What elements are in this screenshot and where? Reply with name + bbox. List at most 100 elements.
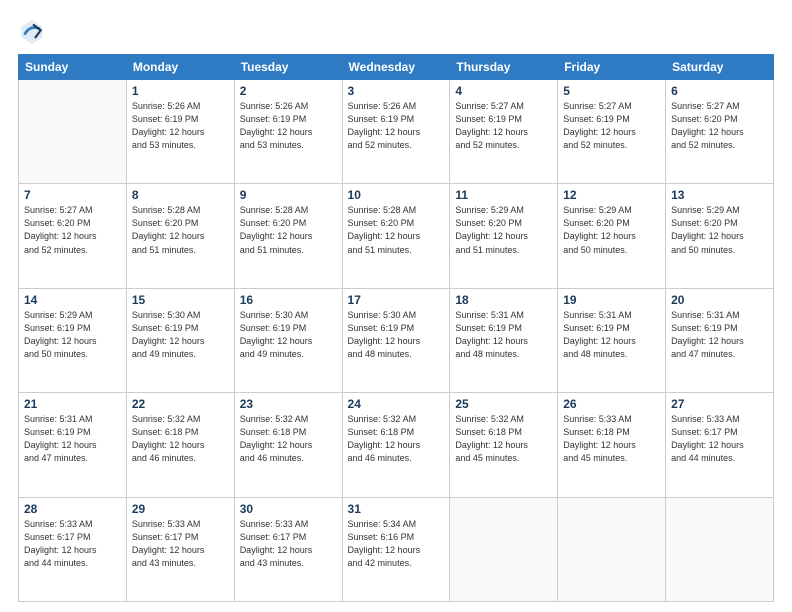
day-number: 18 [455,293,552,307]
day-number: 28 [24,502,121,516]
calendar-cell: 16 Sunrise: 5:30 AM Sunset: 6:19 PM Dayli… [234,288,342,392]
day-info: Sunrise: 5:32 AM Sunset: 6:18 PM Dayligh… [240,413,337,465]
calendar-cell: 11 Sunrise: 5:29 AM Sunset: 6:20 PM Dayli… [450,184,558,288]
day-number: 29 [132,502,229,516]
calendar-header-sunday: Sunday [19,55,127,80]
calendar-cell [666,497,774,601]
day-info: Sunrise: 5:26 AM Sunset: 6:19 PM Dayligh… [132,100,229,152]
week-row-5: 28 Sunrise: 5:33 AM Sunset: 6:17 PM Dayli… [19,497,774,601]
day-info: Sunrise: 5:33 AM Sunset: 6:18 PM Dayligh… [563,413,660,465]
calendar-cell: 26Sunrise: 5:33 AM Sunset: 6:18 PM Dayli… [558,393,666,497]
calendar-cell: 28 Sunrise: 5:33 AM Sunset: 6:17 PM Dayli… [19,497,127,601]
day-info: Sunrise: 5:28 AM Sunset: 6:20 PM Dayligh… [132,204,229,256]
day-info: Sunrise: 5:28 AM Sunset: 6:20 PM Dayligh… [348,204,445,256]
day-info: Sunrise: 5:30 AM Sunset: 6:19 PM Dayligh… [240,309,337,361]
day-info: Sunrise: 5:29 AM Sunset: 6:20 PM Dayligh… [455,204,552,256]
day-info: Sunrise: 5:33 AM Sunset: 6:17 PM Dayligh… [240,518,337,570]
day-number: 22 [132,397,229,411]
day-info: Sunrise: 5:27 AM Sunset: 6:19 PM Dayligh… [455,100,552,152]
day-info: Sunrise: 5:26 AM Sunset: 6:19 PM Dayligh… [348,100,445,152]
calendar-cell: 4 Sunrise: 5:27 AM Sunset: 6:19 PM Daylig… [450,80,558,184]
day-number: 3 [348,84,445,98]
day-number: 13 [671,188,768,202]
day-number: 6 [671,84,768,98]
calendar-cell [19,80,127,184]
day-info: Sunrise: 5:31 AM Sunset: 6:19 PM Dayligh… [24,413,121,465]
calendar-cell: 29 Sunrise: 5:33 AM Sunset: 6:17 PM Dayli… [126,497,234,601]
week-row-3: 14Sunrise: 5:29 AM Sunset: 6:19 PM Dayli… [19,288,774,392]
day-number: 7 [24,188,121,202]
day-info: Sunrise: 5:27 AM Sunset: 6:20 PM Dayligh… [671,100,768,152]
calendar-cell: 10 Sunrise: 5:28 AM Sunset: 6:20 PM Dayli… [342,184,450,288]
day-number: 17 [348,293,445,307]
day-info: Sunrise: 5:29 AM Sunset: 6:20 PM Dayligh… [671,204,768,256]
day-number: 11 [455,188,552,202]
calendar-cell: 31 Sunrise: 5:34 AM Sunset: 6:16 PM Dayli… [342,497,450,601]
day-number: 10 [348,188,445,202]
day-info: Sunrise: 5:27 AM Sunset: 6:20 PM Dayligh… [24,204,121,256]
calendar-header-friday: Friday [558,55,666,80]
day-number: 24 [348,397,445,411]
week-row-2: 7 Sunrise: 5:27 AM Sunset: 6:20 PM Daylig… [19,184,774,288]
calendar-cell [450,497,558,601]
day-number: 4 [455,84,552,98]
calendar-header-monday: Monday [126,55,234,80]
calendar-cell: 14Sunrise: 5:29 AM Sunset: 6:19 PM Dayli… [19,288,127,392]
calendar-cell: 12 Sunrise: 5:29 AM Sunset: 6:20 PM Dayli… [558,184,666,288]
day-number: 5 [563,84,660,98]
day-number: 8 [132,188,229,202]
calendar-header-wednesday: Wednesday [342,55,450,80]
day-number: 12 [563,188,660,202]
header [18,18,774,46]
day-info: Sunrise: 5:33 AM Sunset: 6:17 PM Dayligh… [132,518,229,570]
day-number: 20 [671,293,768,307]
calendar-cell: 19 Sunrise: 5:31 AM Sunset: 6:19 PM Dayli… [558,288,666,392]
day-info: Sunrise: 5:28 AM Sunset: 6:20 PM Dayligh… [240,204,337,256]
day-number: 1 [132,84,229,98]
week-row-1: 1 Sunrise: 5:26 AM Sunset: 6:19 PM Daylig… [19,80,774,184]
calendar-cell: 20 Sunrise: 5:31 AM Sunset: 6:19 PM Dayli… [666,288,774,392]
week-row-4: 21 Sunrise: 5:31 AM Sunset: 6:19 PM Dayli… [19,393,774,497]
day-number: 21 [24,397,121,411]
day-info: Sunrise: 5:34 AM Sunset: 6:16 PM Dayligh… [348,518,445,570]
day-info: Sunrise: 5:31 AM Sunset: 6:19 PM Dayligh… [563,309,660,361]
calendar-cell: 15Sunrise: 5:30 AM Sunset: 6:19 PM Dayli… [126,288,234,392]
day-number: 23 [240,397,337,411]
calendar-cell: 8 Sunrise: 5:28 AM Sunset: 6:20 PM Daylig… [126,184,234,288]
day-info: Sunrise: 5:26 AM Sunset: 6:19 PM Dayligh… [240,100,337,152]
day-info: Sunrise: 5:30 AM Sunset: 6:19 PM Dayligh… [132,309,229,361]
day-number: 30 [240,502,337,516]
day-info: Sunrise: 5:30 AM Sunset: 6:19 PM Dayligh… [348,309,445,361]
calendar-cell [558,497,666,601]
calendar-cell: 18Sunrise: 5:31 AM Sunset: 6:19 PM Dayli… [450,288,558,392]
calendar-cell: 30 Sunrise: 5:33 AM Sunset: 6:17 PM Dayli… [234,497,342,601]
day-number: 19 [563,293,660,307]
logo-icon [18,18,46,46]
day-number: 31 [348,502,445,516]
calendar-cell: 13 Sunrise: 5:29 AM Sunset: 6:20 PM Dayli… [666,184,774,288]
day-number: 2 [240,84,337,98]
day-info: Sunrise: 5:27 AM Sunset: 6:19 PM Dayligh… [563,100,660,152]
day-number: 16 [240,293,337,307]
calendar-cell: 22 Sunrise: 5:32 AM Sunset: 6:18 PM Dayli… [126,393,234,497]
day-info: Sunrise: 5:32 AM Sunset: 6:18 PM Dayligh… [348,413,445,465]
calendar-cell: 23 Sunrise: 5:32 AM Sunset: 6:18 PM Dayli… [234,393,342,497]
day-info: Sunrise: 5:32 AM Sunset: 6:18 PM Dayligh… [132,413,229,465]
calendar-header-saturday: Saturday [666,55,774,80]
calendar-cell: 9 Sunrise: 5:28 AM Sunset: 6:20 PM Daylig… [234,184,342,288]
calendar-cell: 5 Sunrise: 5:27 AM Sunset: 6:19 PM Daylig… [558,80,666,184]
day-info: Sunrise: 5:31 AM Sunset: 6:19 PM Dayligh… [671,309,768,361]
calendar-cell: 3 Sunrise: 5:26 AM Sunset: 6:19 PM Daylig… [342,80,450,184]
calendar-header-row: SundayMondayTuesdayWednesdayThursdayFrid… [19,55,774,80]
calendar-table: SundayMondayTuesdayWednesdayThursdayFrid… [18,54,774,602]
day-info: Sunrise: 5:29 AM Sunset: 6:19 PM Dayligh… [24,309,121,361]
calendar-cell: 21 Sunrise: 5:31 AM Sunset: 6:19 PM Dayli… [19,393,127,497]
calendar-header-tuesday: Tuesday [234,55,342,80]
day-info: Sunrise: 5:29 AM Sunset: 6:20 PM Dayligh… [563,204,660,256]
logo [18,18,50,46]
day-number: 9 [240,188,337,202]
day-info: Sunrise: 5:33 AM Sunset: 6:17 PM Dayligh… [24,518,121,570]
calendar-cell: 2 Sunrise: 5:26 AM Sunset: 6:19 PM Daylig… [234,80,342,184]
calendar-cell: 1 Sunrise: 5:26 AM Sunset: 6:19 PM Daylig… [126,80,234,184]
calendar-cell: 7 Sunrise: 5:27 AM Sunset: 6:20 PM Daylig… [19,184,127,288]
